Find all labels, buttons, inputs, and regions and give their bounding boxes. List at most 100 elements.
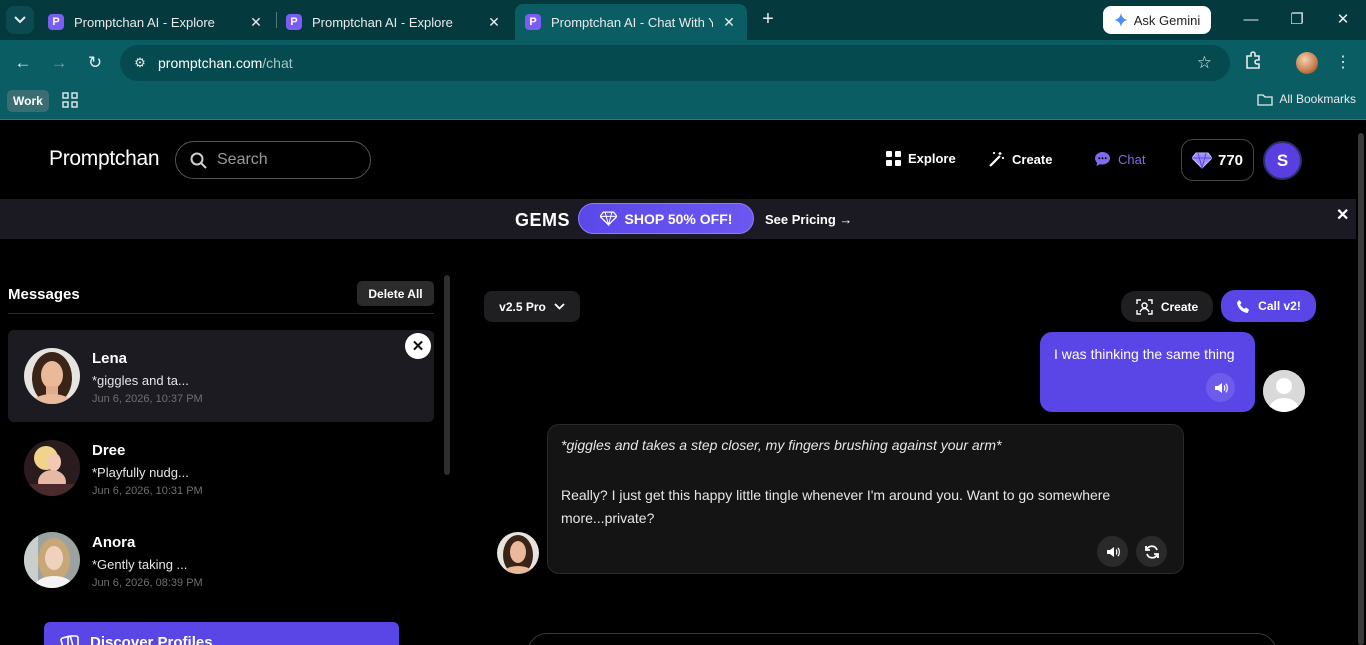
tab-search-button[interactable] (6, 6, 34, 34)
messages-sidebar: Messages Delete All Lena *giggles and ta… (0, 239, 455, 645)
discover-profiles-label: Discover Profiles (90, 634, 213, 645)
bot-message-text: Really? I just get this happy little tin… (561, 487, 1111, 526)
shop-sale-button[interactable]: SHOP 50% OFF! (578, 203, 754, 234)
browser-tab-2[interactable]: P Promptchan AI - Explore ✕ (276, 4, 512, 40)
model-select-dropdown[interactable]: v2.5 Pro (484, 291, 580, 322)
nav-chat-label: Chat (1118, 151, 1146, 167)
chevron-down-icon (554, 303, 565, 310)
regenerate-button[interactable] (1136, 536, 1167, 567)
page-scrollbar[interactable] (1356, 121, 1366, 645)
folder-icon (1257, 93, 1273, 106)
apps-grid-icon[interactable] (62, 92, 78, 108)
back-arrow-icon[interactable]: ← (11, 51, 35, 75)
anora-avatar (24, 532, 80, 588)
sidebar-divider (8, 313, 434, 314)
messages-heading: Messages (8, 286, 80, 303)
dree-avatar (24, 440, 80, 496)
conversation-name: Anora (92, 534, 136, 551)
see-pricing-link[interactable]: See Pricing → (765, 212, 852, 227)
conversation-timestamp: Jun 6, 2026, 08:39 PM (92, 577, 203, 589)
user-avatar (1263, 370, 1305, 412)
conversation-timestamp: Jun 6, 2026, 10:31 PM (92, 485, 203, 497)
browser-toolbar: ← → ↻ ⚙ promptchan.com/chat ☆ ⋮ (0, 40, 1366, 86)
conversation-item-dree[interactable]: Dree *Playfully nudg... Jun 6, 2026, 10:… (8, 422, 434, 514)
browser-tabstrip: P Promptchan AI - Explore ✕ P Promptchan… (0, 0, 1366, 40)
all-bookmarks-button[interactable]: All Bookmarks (1257, 92, 1356, 106)
nav-chat[interactable]: Chat (1094, 151, 1145, 167)
browser-tab-1[interactable]: P Promptchan AI - Explore ✕ (38, 4, 274, 40)
call-button[interactable]: Call v2! (1221, 290, 1316, 322)
nav-create[interactable]: Create (988, 151, 1052, 168)
play-audio-button[interactable] (1097, 536, 1128, 567)
lena-avatar (24, 348, 80, 404)
delete-all-button[interactable]: Delete All (357, 281, 434, 306)
create-image-button[interactable]: Create (1121, 291, 1213, 322)
sidebar-scrollbar[interactable] (444, 275, 450, 475)
page-scrollbar-thumb[interactable] (1358, 133, 1364, 645)
site-header: Promptchan Explore Create Chat 770 S (0, 121, 1366, 199)
site-info-icon[interactable]: ⚙ (130, 55, 150, 71)
promptchan-favicon-icon: P (48, 14, 64, 30)
bot-avatar (497, 532, 539, 574)
ask-gemini-button[interactable]: Ask Gemini (1103, 6, 1211, 34)
close-tab-icon[interactable]: ✕ (486, 14, 502, 31)
grid-icon (886, 151, 901, 166)
create-button-label: Create (1160, 299, 1199, 314)
phone-icon (1237, 299, 1250, 313)
play-audio-button[interactable] (1206, 373, 1235, 402)
close-tab-icon[interactable]: ✕ (721, 14, 737, 31)
default-user-icon (1263, 370, 1305, 412)
browser-menu-icon[interactable]: ⋮ (1331, 51, 1355, 75)
bot-message-bubble: *giggles and takes a step closer, my fin… (547, 424, 1184, 574)
speaker-icon (1214, 382, 1228, 393)
gem-icon (599, 211, 617, 226)
conversation-preview: *giggles and ta... (92, 373, 189, 388)
remove-conversation-icon[interactable]: ✕ (405, 333, 431, 359)
minimize-icon[interactable]: — (1239, 8, 1263, 32)
tab-title: Promptchan AI - Chat With Your (551, 14, 713, 30)
tab-title: Promptchan AI - Explore (74, 14, 215, 30)
url-text: promptchan.com/chat (158, 55, 293, 71)
conversation-preview: *Playfully nudg... (92, 465, 189, 480)
conversation-name: Dree (92, 442, 126, 459)
close-window-icon[interactable]: ✕ (1331, 8, 1355, 32)
nav-explore-label: Explore (908, 151, 956, 166)
conversation-preview: *Gently taking ... (92, 557, 188, 572)
conversation-item-anora[interactable]: Anora *Gently taking ... Jun 6, 2026, 08… (8, 514, 434, 606)
site-logo[interactable]: Promptchan (49, 147, 160, 171)
all-bookmarks-label: All Bookmarks (1279, 92, 1356, 106)
close-tab-icon[interactable]: ✕ (248, 14, 264, 31)
close-banner-icon[interactable]: ✕ (1336, 205, 1349, 225)
promptchan-favicon-icon: P (286, 14, 302, 30)
gems-count-value: 770 (1217, 151, 1244, 169)
search-box[interactable] (175, 141, 371, 179)
portrait-frame-icon (1136, 298, 1153, 315)
call-button-label: Call v2! (1258, 299, 1301, 313)
extensions-puzzle-icon[interactable] (1241, 51, 1265, 75)
model-select-value: v2.5 Pro (499, 299, 546, 314)
nav-explore[interactable]: Explore (886, 151, 956, 166)
forward-arrow-icon[interactable]: → (47, 51, 71, 75)
bookmarks-bar: Work All Bookmarks (0, 86, 1366, 120)
discover-profiles-button[interactable]: Discover Profiles (44, 622, 399, 645)
new-tab-icon[interactable]: + (757, 8, 779, 32)
restore-icon[interactable]: ❐ (1285, 8, 1309, 32)
reload-icon[interactable]: ↻ (83, 51, 107, 75)
bookmark-star-icon[interactable]: ☆ (1197, 53, 1212, 73)
address-bar[interactable]: ⚙ promptchan.com/chat ☆ (120, 45, 1230, 81)
promo-gems-label: GEMS (515, 210, 571, 230)
speaker-icon (1106, 546, 1120, 557)
search-input[interactable] (217, 151, 347, 169)
bot-message-action: *giggles and takes a step closer, my fin… (561, 437, 1002, 453)
message-composer[interactable] (527, 633, 1277, 645)
work-profile-chip[interactable]: Work (7, 90, 49, 112)
user-avatar-button[interactable]: S (1263, 141, 1302, 180)
browser-tab-3-active[interactable]: P Promptchan AI - Chat With Your ✕ (515, 4, 747, 40)
gemini-sparkle-icon (1113, 13, 1128, 27)
conversation-item-lena[interactable]: Lena *giggles and ta... Jun 6, 2026, 10:… (8, 330, 434, 422)
cards-icon (60, 635, 79, 645)
gems-balance[interactable]: 770 (1181, 139, 1254, 181)
chat-bubble-icon (1095, 152, 1110, 166)
browser-profile-avatar[interactable] (1296, 52, 1318, 74)
shop-sale-label: SHOP 50% OFF! (624, 210, 733, 227)
